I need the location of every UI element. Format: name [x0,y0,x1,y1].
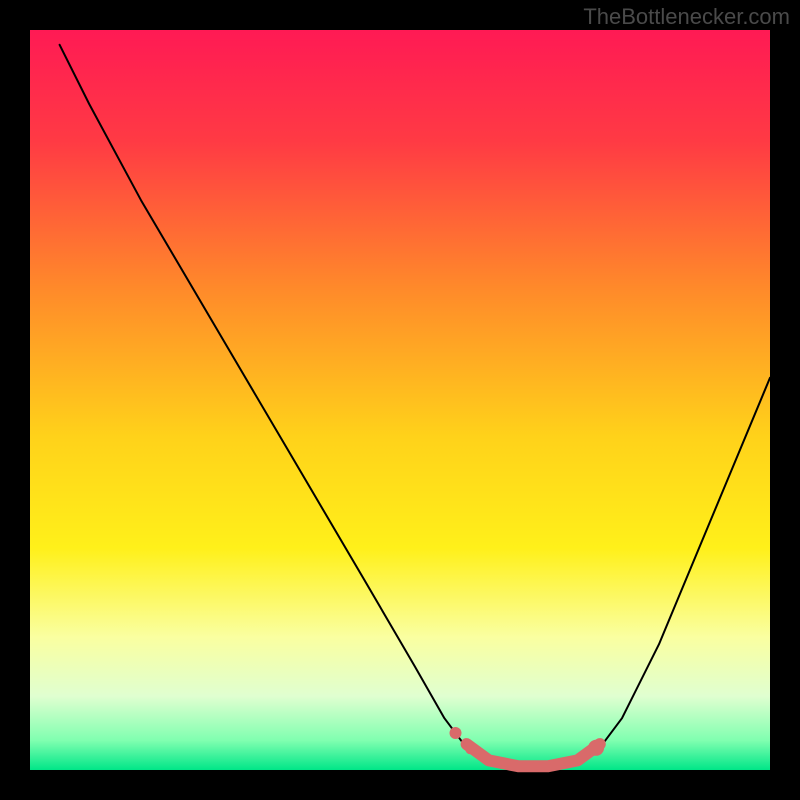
watermark-text: TheBottlenecker.com [583,4,790,30]
marker-0 [450,727,462,739]
plot-background [30,30,770,770]
chart-container: TheBottlenecker.com [0,0,800,800]
bottleneck-chart [0,0,800,800]
marker-2 [588,740,604,756]
marker-1 [465,744,475,754]
